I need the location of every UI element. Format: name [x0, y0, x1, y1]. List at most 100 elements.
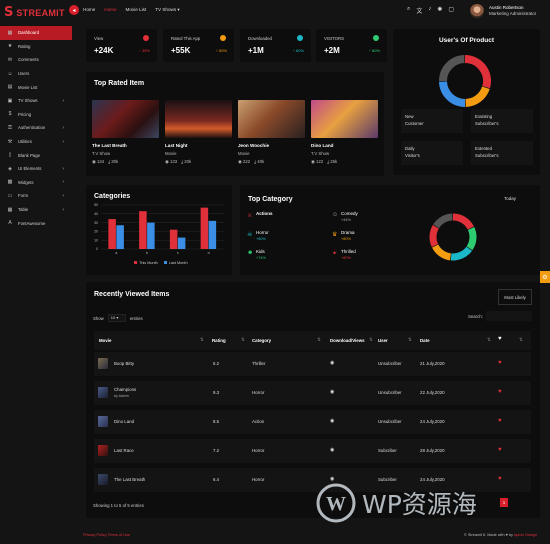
table-row[interactable]: Dino Land 8.5 Action ◉ Unsubcriber 24 July,20… — [94, 410, 531, 434]
movie-thumbnail[interactable] — [98, 474, 108, 485]
heart-icon[interactable]: ♥ — [498, 389, 502, 395]
bar-this-month[interactable] — [108, 219, 116, 249]
settings-tab[interactable]: ⚙ — [540, 271, 550, 283]
search-icon[interactable]: ⌕ — [407, 6, 410, 15]
menu-toggle-button[interactable]: ◂ — [69, 5, 79, 15]
sidebar-item-tv-shows[interactable]: ▣ TV Shows › — [0, 94, 72, 108]
categories-bar-chart: 50 40 30 20 10 0 a b c d — [94, 203, 224, 255]
movie-thumbnail[interactable] — [98, 416, 108, 427]
brand-logo[interactable]: S STREAMIT — [4, 5, 65, 20]
movie-thumbnail[interactable] — [98, 387, 108, 398]
heart-icon[interactable]: ♥ — [498, 447, 502, 453]
movie-poster[interactable] — [92, 100, 159, 138]
bar-last-month[interactable] — [208, 220, 217, 249]
sidebar-item-movie-list[interactable]: ▤ Movie List — [0, 80, 72, 94]
row-movie[interactable]: Boop Bitty — [114, 361, 134, 366]
eye-icon[interactable]: ◉ — [330, 418, 334, 424]
eye-icon[interactable]: ◉ — [330, 360, 334, 366]
heart-icon[interactable]: ♥ — [498, 418, 502, 424]
col-date[interactable]: Date — [420, 338, 430, 343]
sidebar-item-utilities[interactable]: ⚒ Utilities › — [0, 135, 72, 149]
dashboard-icon: ▦ — [7, 29, 13, 36]
table-row[interactable]: Boop Bitty 6.2 Thriller ◉ Unsubcriber 21 July… — [94, 352, 531, 376]
topnav-tv-shows[interactable]: TV Shows ▾ — [155, 7, 180, 13]
bar-last-month[interactable] — [116, 225, 124, 249]
heart-icon[interactable]: ♥ — [498, 360, 502, 366]
cell-label: Daily — [405, 146, 415, 151]
table-row[interactable]: Champions by Admin 9.3 Horror ◉ Unsubcriber 22… — [94, 381, 531, 405]
sidebar-item-fontawesome[interactable]: A FontAwesome — [0, 216, 72, 230]
topnav-home-active[interactable]: Home — [104, 7, 116, 13]
sidebar-item-widgets[interactable]: ▩ Widgets › — [0, 176, 72, 190]
col-downloads[interactable]: Download/Views — [330, 338, 365, 343]
movie-thumbnail[interactable] — [98, 445, 108, 456]
settings-icon[interactable]: ✺ — [437, 6, 442, 15]
entries-select[interactable]: 10 ▾ — [107, 314, 126, 322]
translate-icon[interactable]: 文 — [416, 6, 422, 15]
sidebar-item-rating[interactable]: ★ Rating — [0, 40, 72, 54]
top-rated-movie[interactable]: Last Night Movie ◉ 133 ⤓ 20k — [165, 100, 232, 165]
col-category[interactable]: Category — [252, 338, 271, 343]
sort-icon[interactable]: ⇅ — [408, 337, 412, 343]
sort-icon[interactable]: ⇅ — [487, 337, 491, 343]
heart-icon[interactable]: ♥ — [498, 476, 502, 482]
movie-poster[interactable] — [165, 100, 232, 138]
footer-links[interactable]: Privacy Policy Terms of Use — [83, 533, 130, 537]
row-movie[interactable]: Champions — [114, 387, 136, 392]
bar-last-month[interactable] — [147, 222, 155, 249]
sidebar-item-users[interactable]: ☺ Users — [0, 67, 72, 81]
eye-icon[interactable]: ◉ — [330, 389, 334, 395]
movie-poster[interactable] — [311, 100, 378, 138]
most-likely-filter[interactable]: Most Likely — [498, 289, 532, 305]
bar-this-month[interactable] — [200, 207, 209, 249]
col-user[interactable]: User — [378, 338, 388, 343]
cell-sub: Subscriber's — [475, 153, 499, 158]
row-movie[interactable]: The Last Breath — [114, 477, 145, 482]
bar-last-month[interactable] — [177, 237, 186, 249]
sort-icon[interactable]: ⇅ — [519, 337, 523, 343]
topnav-home[interactable]: Home — [83, 7, 95, 13]
stat-value: +24K — [94, 46, 114, 55]
top-rated-movie[interactable]: Jeon Woochie Movie ◉ 222 ⤓ 40k — [238, 100, 305, 165]
category-change: +80% — [341, 237, 351, 241]
row-movie[interactable]: Last Race — [114, 448, 134, 453]
eye-icon[interactable]: ◉ — [330, 447, 334, 453]
stat-change: ↑ 50% — [215, 48, 227, 53]
sort-icon[interactable]: ⇅ — [369, 337, 373, 343]
eye-icon[interactable]: ◉ — [330, 476, 334, 482]
movie-thumbnail[interactable] — [98, 358, 108, 369]
sidebar-item-comments[interactable]: ✉ Comments — [0, 53, 72, 67]
movie-poster[interactable] — [238, 100, 305, 138]
user-info[interactable]: Austin Robertson Marketing Administrator — [489, 5, 536, 17]
avatar[interactable] — [470, 4, 484, 18]
col-movie[interactable]: Movie — [99, 338, 111, 343]
sidebar-item-form[interactable]: ▭ Form › — [0, 189, 72, 203]
cell-label: Extented — [475, 146, 492, 151]
movie-title: Last Night — [165, 143, 188, 148]
sidebar-item-ui-elements[interactable]: ◈ UI Elements › — [0, 162, 72, 176]
table-row[interactable]: Last Race 7.2 Horror ◉ Subcriber 28 July,2020… — [94, 439, 531, 463]
col-rating[interactable]: Rating — [212, 338, 226, 343]
sidebar-item-dashboard[interactable]: ▦ Dashboard — [0, 26, 72, 40]
top-rated-movie[interactable]: Dino Land T.V Show ◉ 122 ⤓ 25k — [311, 100, 378, 165]
stat-indicator-icon — [143, 35, 149, 41]
sort-icon[interactable]: ⇅ — [317, 337, 321, 343]
sidebar-item-authentication[interactable]: ⚿ Authentication › — [0, 121, 72, 135]
y-tick-label: 40 — [94, 212, 98, 216]
top-rated-movie[interactable]: The Last Breath T.V Show ◉ 134 ⤓ 30k — [92, 100, 159, 165]
fullscreen-icon[interactable]: ▢ — [448, 6, 454, 15]
row-movie[interactable]: Dino Land — [114, 419, 134, 424]
sort-icon[interactable]: ⇅ — [200, 337, 204, 343]
topnav-movie-list[interactable]: Movie List — [126, 7, 147, 13]
sidebar-item-pricing[interactable]: $ Pricing — [0, 108, 72, 122]
sidebar-item-blank-page[interactable]: ▯ Blank Page — [0, 148, 72, 162]
sidebar-item-table[interactable]: ▦ Table › — [0, 203, 72, 217]
pagination-current[interactable]: 1 — [500, 498, 508, 507]
search-input[interactable] — [486, 311, 532, 321]
today-filter[interactable]: Today — [504, 196, 516, 201]
bell-icon[interactable]: ♪ — [428, 6, 431, 15]
heart-icon[interactable]: ♥ — [498, 336, 502, 342]
bar-this-month[interactable] — [139, 211, 147, 249]
bar-this-month[interactable] — [169, 229, 178, 249]
sort-icon[interactable]: ⇅ — [241, 337, 245, 343]
